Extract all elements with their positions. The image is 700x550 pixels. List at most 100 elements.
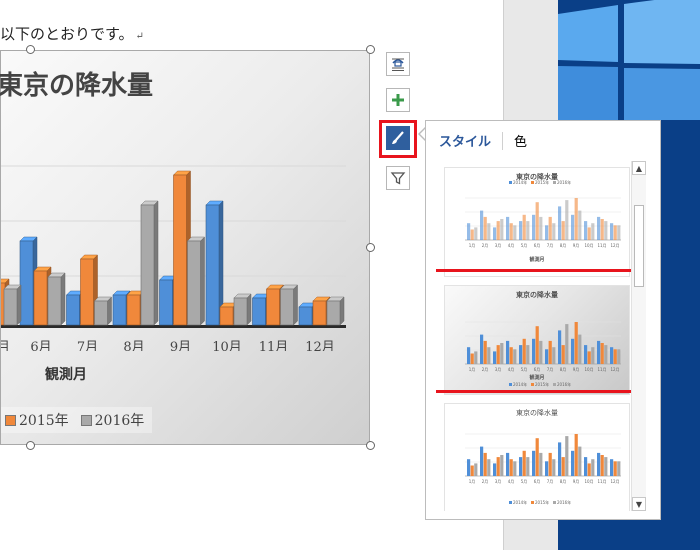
styles-button-highlight [379,120,417,158]
thumb-bar [548,452,552,476]
legend-swatch-2015 [5,414,16,426]
bar-2016年-7月[interactable] [93,296,113,326]
thumb-month-label: 4月 [508,479,515,484]
thumb-bar [519,457,523,476]
thumb-month-label: 11月 [597,243,606,248]
thumb-chart-3: 1月 2月 3月 4月 5月 6月 7月 8月 9月 10月 11月 12月 2014年 2015年 201… [465,433,621,505]
thumb-bar [500,455,504,476]
thumb-bar [604,221,608,240]
resize-handle-top[interactable] [26,45,35,54]
layout-icon [392,58,404,71]
chart-style-panel: スタイル 色 東京の降水量 1月 2月 3月 4月 5月 6月 7月 8月 9月 10月 11月 12… [425,120,661,520]
thumb-month-label: 5月 [521,479,528,484]
x-tick-label: 6月 [30,340,51,351]
thumb-bar [470,229,474,240]
thumb-bar [522,450,526,476]
filter-icon [390,172,406,185]
thumb-month-label: 3月 [495,479,502,484]
thumb-month-label: 10月 [584,479,593,484]
thumb-month-label: 11月 [597,479,606,484]
x-axis-title[interactable]: 観測月 [45,364,87,384]
thumb-bar [493,227,497,240]
selected-style-highlight [436,269,636,393]
gallery-scrollbar[interactable]: ▲ ▼ [631,161,646,511]
thumb-bar [565,436,569,476]
thumb-bar [519,221,523,240]
thumb-bar [545,461,549,476]
legend-swatch-2016 [80,414,92,426]
thumb-month-label: 2月 [482,479,489,484]
thumb-month-label: 5月 [521,243,528,248]
resize-handle-bottom[interactable] [26,441,35,450]
legend-label-2015: 2015年 [19,413,69,429]
thumb-bar [584,221,588,240]
bar-2016年-10月[interactable] [233,293,252,326]
thumb-month-label: 3月 [495,243,502,248]
bar-2016年-11月[interactable] [279,284,299,326]
chart-filters-button[interactable] [386,166,410,190]
thumb-bar [545,225,549,240]
body-text[interactable]: 以下のとおりです。 ↵ [0,23,144,44]
x-tick-label: 7月 [77,340,98,351]
thumb-legend-swatch [509,501,512,504]
thumb-month-label: 9月 [573,479,580,484]
bar-2016年-12月[interactable] [326,296,345,326]
thumb-bar [487,223,491,240]
bar-leading-2016[interactable] [3,284,22,326]
thumb-bar [613,461,617,476]
chart-legend[interactable]: 2015年 2016年 [1,407,153,433]
thumb-bar [552,223,556,240]
thumb-month-label: 6月 [534,479,541,484]
thumb-bar [496,221,500,240]
bar-2016年-8月[interactable] [140,200,159,326]
thumb-month-label: 6月 [534,243,541,248]
thumb-bar [526,457,530,476]
thumb-bar [487,459,491,476]
thumb-bar [587,463,591,476]
thumb-month-label: 1月 [469,243,476,248]
thumb-bar [474,463,478,476]
chart-elements-button[interactable] [386,88,410,112]
thumb-bar [571,214,575,240]
thumb-bar [591,459,595,476]
floor-line [1,325,346,328]
thumb-bar [565,200,569,240]
paragraph-mark: ↵ [135,31,144,42]
chart-area[interactable]: 東京の降水量 6月 7月 8月 9月 10月 11月 12月月 観測月 2015年 2016… [0,50,370,445]
thumb-bar [467,223,471,240]
thumb-month-label: 7月 [547,243,554,248]
bar-2016年-6月[interactable] [47,272,66,326]
thumb-legend-label: 2014年 [513,499,527,505]
style-thumbnail-3[interactable]: 東京の降水量 1月 2月 3月 4月 5月 6月 7月 8月 9月 10月 11月 12月 2014年 2… [444,403,630,511]
thumb-bar [613,225,617,240]
body-text-content: 以下のとおりです。 [0,25,134,43]
thumb-bar [578,446,582,476]
style-gallery: 東京の降水量 1月 2月 3月 4月 5月 6月 7月 8月 9月 10月 11月 12月 2014年 2… [436,161,636,511]
thumb-legend-label: 2014年 [513,179,527,185]
layout-options-button[interactable] [386,52,410,76]
resize-handle-bottom-right[interactable] [366,441,375,450]
thumb-bar [535,438,539,476]
bar-2016年-9月[interactable] [186,236,206,326]
thumb-legend-swatch [553,501,556,504]
plot-area[interactable]: 6月 7月 8月 9月 10月 11月 12月 月 [1,51,369,351]
style-thumbnail-1[interactable]: 東京の降水量 1月 2月 3月 4月 5月 6月 7月 8月 9月 10月 11月 12月 2014年 2… [444,167,630,277]
thumb-xlabel-1: 観測月 [529,257,545,263]
resize-handle-top-right[interactable] [366,45,375,54]
tab-style[interactable]: スタイル [436,131,494,150]
x-tick-label: 9月 [170,340,191,351]
x-tick-label-leading: 月 [1,340,10,351]
legend-entry-2015: 2015年 [5,410,69,430]
resize-handle-right[interactable] [366,243,375,252]
scroll-up-button[interactable]: ▲ [632,161,646,175]
plus-icon [392,94,404,106]
tab-color[interactable]: 色 [511,131,530,150]
scroll-down-button[interactable]: ▼ [632,497,646,511]
thumb-bar [610,459,614,476]
scroll-thumb[interactable] [634,205,644,287]
windows-logo-icon [558,0,700,120]
thumb-bar [597,452,601,476]
thumb-bar [597,216,601,240]
thumb-month-label: 12月 [610,243,619,248]
thumb-bar [470,465,474,476]
